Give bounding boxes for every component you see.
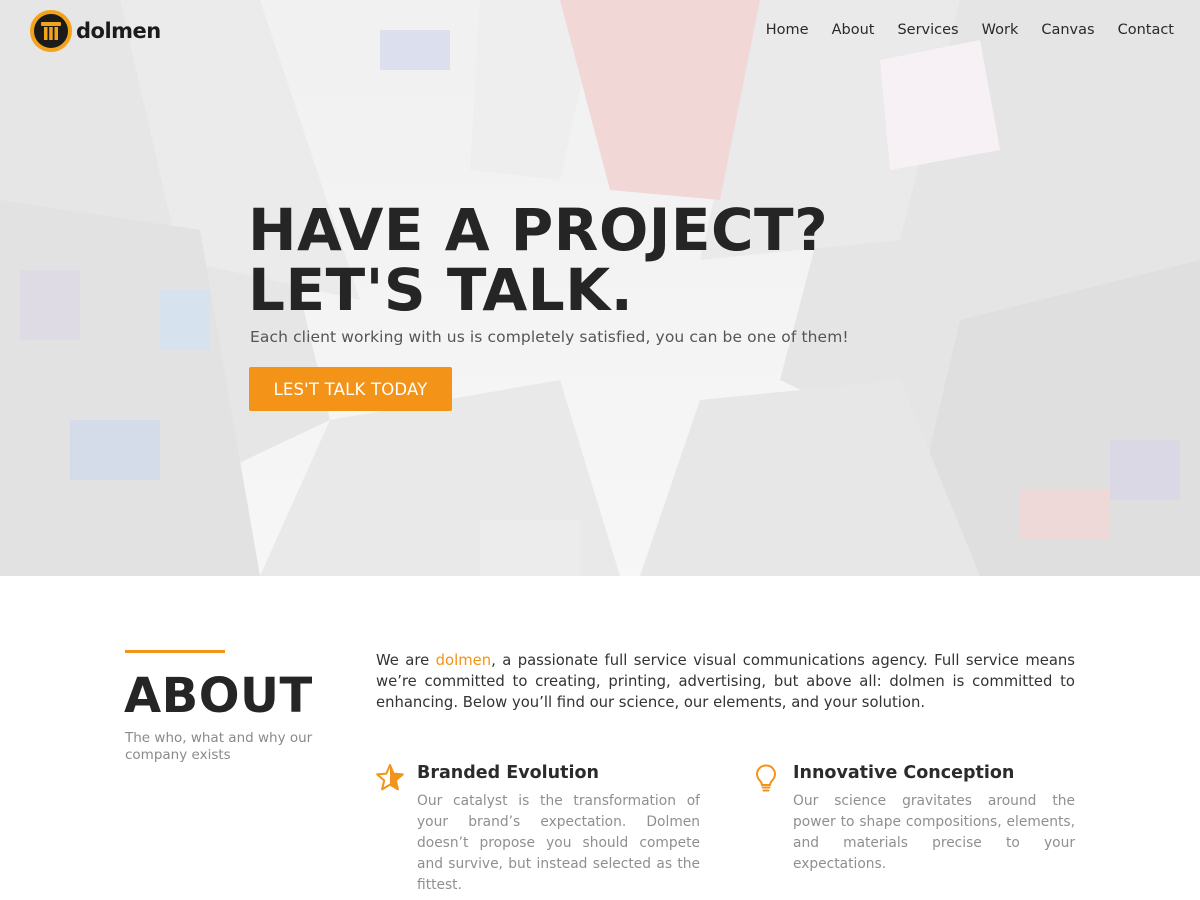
feature-text: Our science gravitates around the power …: [793, 793, 1075, 872]
hero-title-line-2: LET'S TALK.: [248, 256, 634, 324]
feature-title: Innovative Conception: [793, 763, 1015, 783]
nav-item-contact[interactable]: Contact: [1118, 22, 1174, 38]
hero-title: HAVE A PROJECT? LET'S TALK.: [248, 200, 948, 320]
about-heading: ABOUT: [124, 668, 313, 724]
hero-subtitle: Each client working with us is completel…: [250, 328, 849, 346]
star-icon: [376, 764, 404, 791]
hero-section: dolmen Home About Services Work Canvas C…: [0, 0, 1200, 576]
about-tagline: The who, what and why our company exists: [125, 730, 313, 763]
about-intro-lead: We are: [376, 652, 436, 669]
nav-item-about[interactable]: About: [832, 22, 875, 38]
brand-logo[interactable]: dolmen: [30, 10, 161, 52]
dolmen-logo-icon: [30, 10, 72, 52]
main-nav: Home About Services Work Canvas Contact: [766, 22, 1174, 38]
nav-item-canvas[interactable]: Canvas: [1041, 22, 1094, 38]
nav-item-work[interactable]: Work: [982, 22, 1019, 38]
brand-inline-link[interactable]: dolmen: [436, 652, 491, 669]
lightbulb-icon: [756, 764, 776, 792]
nav-item-services[interactable]: Services: [897, 22, 958, 38]
feature-title: Branded Evolution: [417, 763, 599, 783]
feature-text: Our catalyst is the transformation of yo…: [417, 793, 700, 893]
hero-title-line-1: HAVE A PROJECT?: [248, 196, 829, 264]
about-intro: We are dolmen, a passionate full service…: [376, 650, 1075, 713]
lets-talk-button[interactable]: LES'T TALK TODAY: [249, 367, 452, 411]
about-accent-rule: [125, 650, 225, 653]
brand-name: dolmen: [76, 19, 161, 43]
nav-item-home[interactable]: Home: [766, 22, 809, 38]
